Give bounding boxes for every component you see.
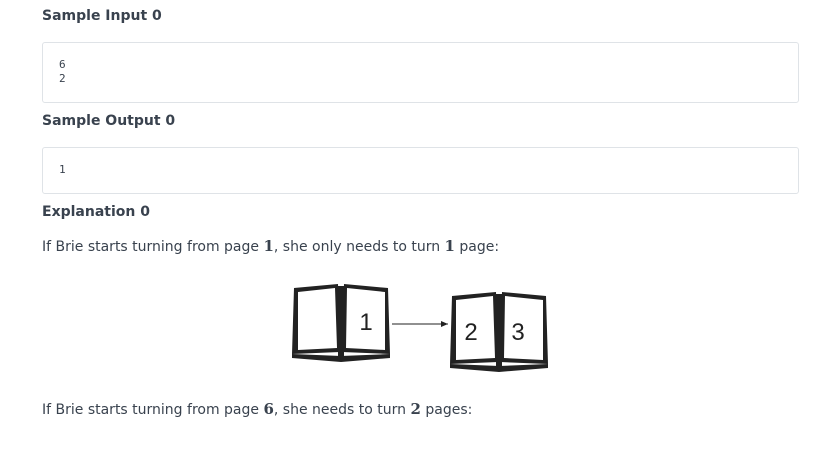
book1-page-label: 1 <box>359 309 372 336</box>
para2-turn-count: 2 <box>410 400 421 418</box>
book2-left-page-label: 2 <box>464 319 477 346</box>
explanation-paragraph-2: If Brie starts turning from page 6, she … <box>42 400 472 418</box>
para1-turn-count: 1 <box>444 237 455 255</box>
sample-input-heading: Sample Input 0 <box>42 8 162 24</box>
para2-text-start: If Brie starts turning from page <box>42 402 264 418</box>
sample-input-text: 6 2 <box>59 58 66 85</box>
para1-text-end: page: <box>454 239 500 255</box>
para2-text-middle: , she needs to turn <box>273 402 411 418</box>
para1-text-middle: , she only needs to turn <box>273 239 445 255</box>
book-turn-figure: 1 2 3 <box>292 284 548 372</box>
sample-output-heading: Sample Output 0 <box>42 113 176 129</box>
para1-page-number: 1 <box>263 237 274 255</box>
para1-text-start: If Brie starts turning from page <box>42 239 264 255</box>
para2-page-number: 6 <box>263 400 274 418</box>
para2-text-end: pages: <box>420 402 473 418</box>
book2-right-page-label: 3 <box>511 319 524 346</box>
explanation-heading: Explanation 0 <box>42 204 150 220</box>
sample-output-text: 1 <box>59 163 66 176</box>
open-book-icon-2: 2 3 <box>450 292 548 372</box>
explanation-paragraph-1: If Brie starts turning from page 1, she … <box>42 237 499 255</box>
open-book-icon-1: 1 <box>292 284 390 362</box>
sample-input-box: 6 2 <box>42 42 799 103</box>
sample-output-box: 1 <box>42 147 799 194</box>
